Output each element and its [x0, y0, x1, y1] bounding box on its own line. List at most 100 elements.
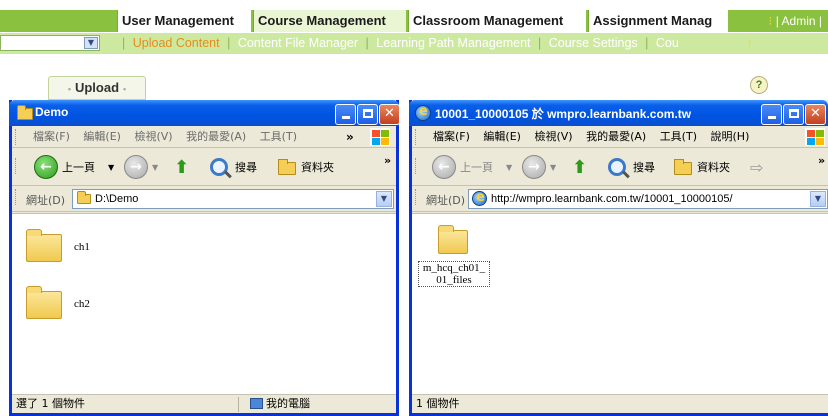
address-bar: 網址(D) http://wmpro.learnbank.com.tw/1000…: [412, 186, 828, 212]
maximize-button[interactable]: [357, 104, 378, 125]
upload-label: Upload: [74, 80, 120, 95]
folders-icon[interactable]: [674, 159, 692, 175]
address-label: 網址(D): [426, 194, 466, 207]
help-icon[interactable]: ?: [750, 76, 768, 94]
browser-window-ftp: 10001_10000105 於 wmpro.learnbank.com.tw …: [409, 100, 828, 416]
browser-icon: [472, 190, 487, 206]
admin-area: ⁝ | Admin |: [768, 14, 822, 28]
menu-view[interactable]: 檢視(V): [534, 126, 572, 147]
toolbar-overflow-icon[interactable]: »: [818, 150, 825, 172]
back-dropdown-icon[interactable]: ▼: [506, 157, 512, 179]
sub-navigation-bar: ▼ | Upload Content | Content File Manage…: [0, 33, 828, 54]
window-title: 10001_10000105 於 wmpro.learnbank.com.tw: [435, 107, 692, 121]
top-navigation-bar: User Management Course Management Classr…: [0, 10, 828, 32]
chevron-down-icon[interactable]: ▼: [810, 191, 826, 207]
title-bar[interactable]: 10001_10000105 於 wmpro.learnbank.com.tw …: [409, 100, 828, 126]
close-button[interactable]: ✕: [379, 104, 400, 125]
forward-dropdown-icon[interactable]: ▼: [550, 157, 556, 179]
chevron-down-icon[interactable]: ▼: [376, 191, 392, 207]
back-button-label[interactable]: 上一頁: [460, 157, 493, 179]
close-button[interactable]: ✕: [805, 104, 826, 125]
tab-classroom-management[interactable]: Classroom Management: [408, 10, 586, 32]
subnav-links: | Upload Content | Content File Manager …: [122, 36, 679, 50]
file-view[interactable]: m_hcq_ch01_ 01_files: [412, 213, 828, 394]
back-arrow-icon[interactable]: ←: [34, 155, 58, 179]
address-bar: 網址(D) D:\Demo ▼: [12, 186, 396, 212]
toolbar: ← 上一頁 ▼ → ▼ ⬆ 搜尋 資料夾 »: [12, 148, 396, 186]
folder-icon: [77, 191, 91, 204]
menu-tools[interactable]: 工具(T): [260, 126, 297, 147]
up-folder-icon[interactable]: ⬆: [572, 157, 594, 179]
toolbar: ← 上一頁 ▼ → ▼ ⬆ 搜尋 資料夾 ⇨ »: [412, 148, 828, 186]
windows-logo-icon: [370, 128, 390, 146]
up-folder-icon[interactable]: ⬆: [174, 157, 196, 179]
upload-button[interactable]: • Upload •: [48, 76, 146, 100]
back-button-label[interactable]: 上一頁: [62, 157, 95, 179]
minimize-button[interactable]: [761, 104, 782, 125]
forward-arrow-icon[interactable]: →: [522, 155, 546, 179]
chevron-down-icon[interactable]: ▼: [84, 37, 98, 49]
address-field[interactable]: D:\Demo ▼: [72, 189, 394, 209]
menu-edit[interactable]: 編輯(E): [483, 126, 521, 147]
admin-link[interactable]: Admin: [782, 14, 816, 28]
toolbar-overflow-icon[interactable]: »: [384, 150, 391, 172]
window-title: Demo: [35, 105, 69, 119]
back-arrow-icon[interactable]: ←: [432, 155, 456, 179]
subnav-learning-path-management[interactable]: Learning Path Management: [376, 36, 530, 50]
dot-icon: ⁝: [768, 14, 773, 28]
address-value: D:\Demo: [95, 193, 139, 205]
menu-favorites[interactable]: 我的最愛(A): [186, 126, 246, 147]
address-value: http://wmpro.learnbank.com.tw/10001_1000…: [491, 193, 733, 205]
folder-icon[interactable]: [26, 229, 62, 262]
search-button-label[interactable]: 搜尋: [235, 157, 257, 179]
subnav-upload-content[interactable]: Upload Content: [133, 36, 220, 50]
subnav-course-settings[interactable]: Course Settings: [549, 36, 638, 50]
search-icon[interactable]: [210, 158, 228, 176]
folder-label-files[interactable]: m_hcq_ch01_ 01_files: [418, 261, 490, 287]
address-label: 網址(D): [26, 194, 66, 207]
folders-button-label[interactable]: 資料夾: [301, 157, 334, 179]
folder-icon[interactable]: [26, 286, 62, 319]
menu-tools[interactable]: 工具(T): [660, 126, 697, 147]
menu-bar: 檔案(F) 編輯(E) 檢視(V) 我的最愛(A) 工具(T) 說明(H): [412, 126, 828, 148]
menu-favorites[interactable]: 我的最愛(A): [586, 126, 646, 147]
folder-icon: [17, 105, 33, 120]
tab-course-management[interactable]: Course Management: [253, 10, 406, 32]
menu-edit[interactable]: 編輯(E): [83, 126, 121, 147]
tab-assignment-management[interactable]: Assignment Manag: [588, 10, 728, 32]
subnav-more[interactable]: Cou: [656, 36, 679, 50]
explorer-window-demo: Demo ✕ 檔案(F) 編輯(E) 檢視(V) 我的最愛(A) 工具(T) »…: [9, 100, 400, 416]
menu-overflow-icon[interactable]: »: [346, 126, 354, 147]
maximize-button[interactable]: [783, 104, 804, 125]
folder-label-ch1[interactable]: ch1: [74, 241, 90, 253]
status-count: 1 個物件: [416, 397, 460, 410]
folder-icon[interactable]: [438, 225, 468, 254]
search-button-label[interactable]: 搜尋: [633, 157, 655, 179]
menu-bar: 檔案(F) 編輯(E) 檢視(V) 我的最愛(A) 工具(T) »: [12, 126, 396, 148]
subnav-content-file-manager[interactable]: Content File Manager: [238, 36, 358, 50]
my-computer-icon: [250, 398, 263, 409]
minimize-button[interactable]: [335, 104, 356, 125]
menu-file[interactable]: 檔案(F): [433, 126, 470, 147]
tab-user-management[interactable]: User Management: [117, 10, 251, 32]
file-view[interactable]: ch1 ch2: [12, 213, 396, 394]
copy-to-icon[interactable]: ⇨: [750, 157, 763, 179]
dot-icon: ⁝: [748, 37, 752, 50]
search-icon[interactable]: [608, 158, 626, 176]
menu-help[interactable]: 說明(H): [711, 126, 750, 147]
forward-arrow-icon[interactable]: →: [124, 155, 148, 179]
title-bar[interactable]: Demo ✕: [9, 100, 400, 126]
menu-file[interactable]: 檔案(F): [33, 126, 70, 147]
folders-icon[interactable]: [278, 159, 296, 175]
forward-dropdown-icon[interactable]: ▼: [152, 157, 158, 179]
address-field[interactable]: http://wmpro.learnbank.com.tw/10001_1000…: [468, 189, 828, 209]
menu-view[interactable]: 檢視(V): [134, 126, 172, 147]
back-dropdown-icon[interactable]: ▼: [108, 157, 114, 179]
status-bar: 選了 1 個物件 我的電腦: [12, 394, 396, 413]
folder-label-ch2[interactable]: ch2: [74, 298, 90, 310]
folders-button-label[interactable]: 資料夾: [697, 157, 730, 179]
course-select[interactable]: ▼: [0, 35, 100, 51]
status-selection: 選了 1 個物件: [16, 397, 85, 410]
browser-icon: [415, 104, 431, 121]
windows-logo-icon: [805, 128, 825, 146]
